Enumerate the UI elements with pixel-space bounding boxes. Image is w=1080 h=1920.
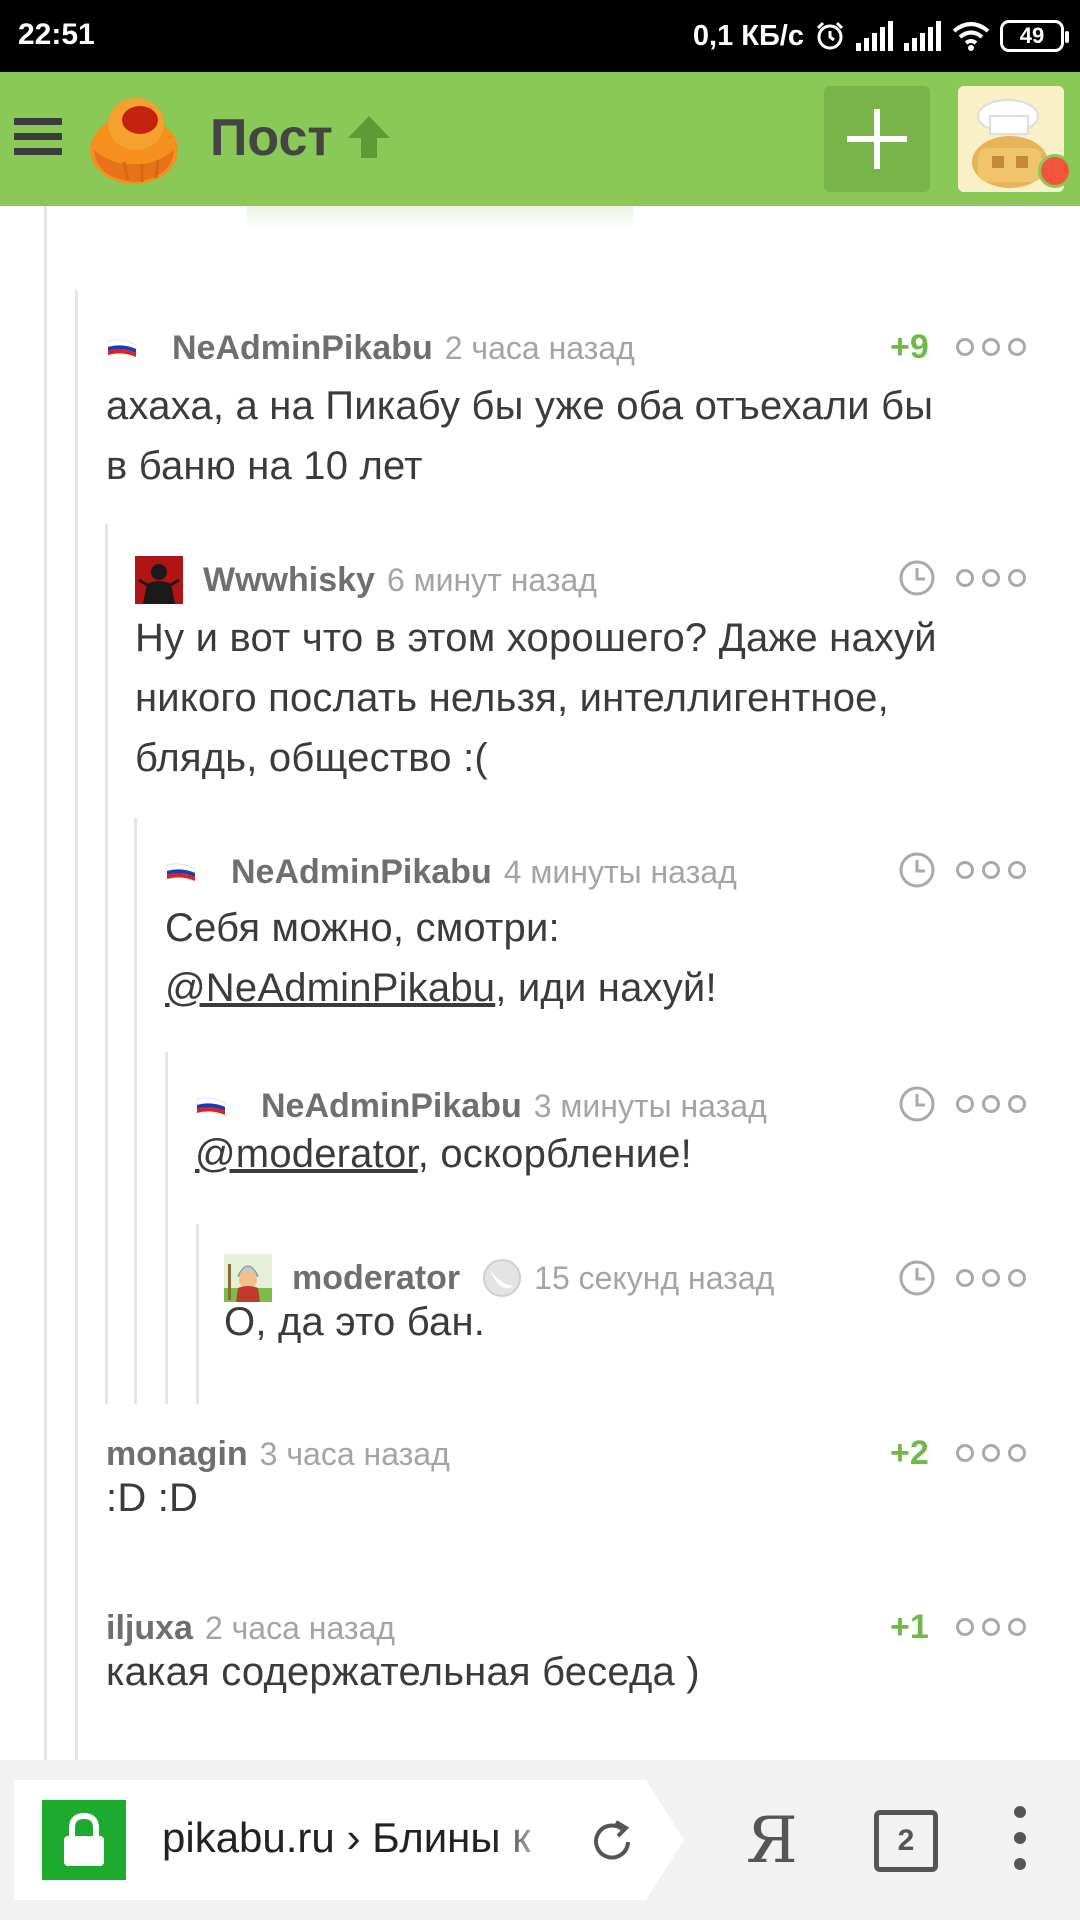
comment: NeAdminPikabu 3 минуты назад @moderator,… xyxy=(195,1084,1045,1204)
browser-toolbar: pikabu.ru › Блины к Я 2 xyxy=(0,1760,1080,1920)
thread-line xyxy=(105,524,108,1404)
url-fade xyxy=(494,1800,574,1880)
comment: monagin 3 часа назад +2 :D :D xyxy=(106,1432,1046,1552)
more-menu-icon[interactable] xyxy=(1010,1806,1030,1882)
more-options-icon[interactable] xyxy=(956,569,1026,587)
comment: iljuxa 2 часа назад +1 какая содержатель… xyxy=(106,1606,1046,1726)
comment-body: :D :D xyxy=(106,1476,199,1520)
status-bar: 22:51 0,1 КБ/с 49 xyxy=(0,0,1080,72)
signal-icon xyxy=(904,21,941,51)
comment-rating: +2 xyxy=(890,1434,929,1472)
status-right: 0,1 КБ/с 49 xyxy=(692,14,1069,58)
wifi-icon xyxy=(952,22,990,51)
status-time: 22:51 xyxy=(18,18,95,51)
comment: NeAdminPikabu 2 часа назад +9 ахаха, а н… xyxy=(106,326,1046,488)
menu-icon[interactable] xyxy=(14,118,62,158)
comment: moderator 15 секунд назад О, да это бан. xyxy=(224,1254,1044,1378)
signal-icon xyxy=(856,21,893,51)
comment: Wwwhisky 6 минут назад Ну и вот что в эт… xyxy=(135,556,1045,786)
comment-time: 15 секунд назад xyxy=(534,1259,775,1296)
comment-time: 4 минуты назад xyxy=(503,853,737,890)
comment-rating: +9 xyxy=(890,328,929,366)
mention-link[interactable]: @NeAdminPikabu xyxy=(165,966,495,1010)
comment-rating: +1 xyxy=(890,1608,929,1646)
comment-author[interactable]: NeAdminPikabu xyxy=(261,1087,522,1126)
moderator-badge-icon xyxy=(483,1259,522,1297)
network-speed: 0,1 КБ/с xyxy=(692,19,804,52)
reload-icon[interactable] xyxy=(586,1816,638,1868)
thread-line xyxy=(134,818,137,1404)
comment-header: NeAdminPikabu 2 часа назад xyxy=(106,326,635,370)
clock-icon xyxy=(899,560,935,596)
comment-author[interactable]: Wwwhisky xyxy=(203,561,375,600)
comment-author[interactable]: NeAdminPikabu xyxy=(231,853,492,892)
comment-time: 2 часа назад xyxy=(444,329,635,366)
more-options-icon[interactable] xyxy=(956,861,1026,879)
comment-body: @moderator, оскорбление! xyxy=(195,1132,692,1176)
clock-icon xyxy=(899,852,935,888)
thread-line xyxy=(165,1052,168,1404)
alarm-icon xyxy=(816,21,844,50)
more-options-icon[interactable] xyxy=(956,1444,1026,1462)
russia-flag-icon xyxy=(196,1097,226,1115)
comment-header: NeAdminPikabu 3 минуты назад xyxy=(195,1084,767,1128)
comment-time: 6 минут назад xyxy=(386,561,597,598)
comments-area: NeAdminPikabu 2 часа назад +9 ахаха, а н… xyxy=(0,206,1080,1760)
comment-body: какая содержательная беседа ) xyxy=(106,1650,700,1694)
clock-icon xyxy=(899,1086,935,1122)
thread-line xyxy=(44,206,47,1760)
pikabu-logo[interactable] xyxy=(84,92,184,188)
thread-line xyxy=(75,290,78,1760)
comment-body: Ну и вот что в этом хорошего? Даже нахуй… xyxy=(135,616,937,780)
more-options-icon[interactable] xyxy=(956,1618,1026,1636)
comment: NeAdminPikabu 4 минуты назад Себя можно,… xyxy=(165,850,1045,1020)
russia-flag-icon xyxy=(107,339,137,357)
yandex-button[interactable]: Я xyxy=(746,1804,798,1878)
app-header: Пост xyxy=(0,72,1080,206)
comment-time: 3 минуты назад xyxy=(533,1087,767,1124)
mention-link[interactable]: @moderator xyxy=(195,1132,418,1176)
comment-body: Себя можно, смотри: @NeAdminPikabu, иди … xyxy=(165,906,717,1010)
faded-content-remnant xyxy=(246,206,634,228)
more-options-icon[interactable] xyxy=(956,1095,1026,1113)
address-bar[interactable]: pikabu.ru › Блины к xyxy=(14,1780,684,1900)
comment-time: 3 часа назад xyxy=(259,1435,450,1472)
more-options-icon[interactable] xyxy=(956,1269,1026,1287)
comment-header: Wwwhisky 6 минут назад xyxy=(135,556,597,604)
user-avatar-icon xyxy=(135,556,183,604)
comment-header: NeAdminPikabu 4 минуты назад xyxy=(165,850,737,894)
lock-icon[interactable] xyxy=(42,1800,126,1880)
notification-badge xyxy=(1038,154,1072,188)
plus-icon xyxy=(847,109,907,169)
add-post-button[interactable] xyxy=(824,86,930,192)
battery-level: 49 xyxy=(1019,23,1045,48)
arrow-up-icon[interactable] xyxy=(344,112,394,162)
thread-line xyxy=(196,1224,199,1404)
page-title: Пост xyxy=(210,109,333,167)
clock-icon xyxy=(899,1260,935,1296)
russia-flag-icon xyxy=(166,863,196,881)
comment-author[interactable]: NeAdminPikabu xyxy=(172,329,433,368)
tabs-button[interactable]: 2 xyxy=(874,1810,938,1872)
comment-body: ахаха, а на Пикабу бы уже оба отъехали б… xyxy=(106,384,934,488)
battery-icon: 49 xyxy=(1000,20,1069,52)
comment-body: О, да это бан. xyxy=(224,1300,486,1344)
comment-time: 2 часа назад xyxy=(204,1609,396,1646)
more-options-icon[interactable] xyxy=(956,338,1026,356)
